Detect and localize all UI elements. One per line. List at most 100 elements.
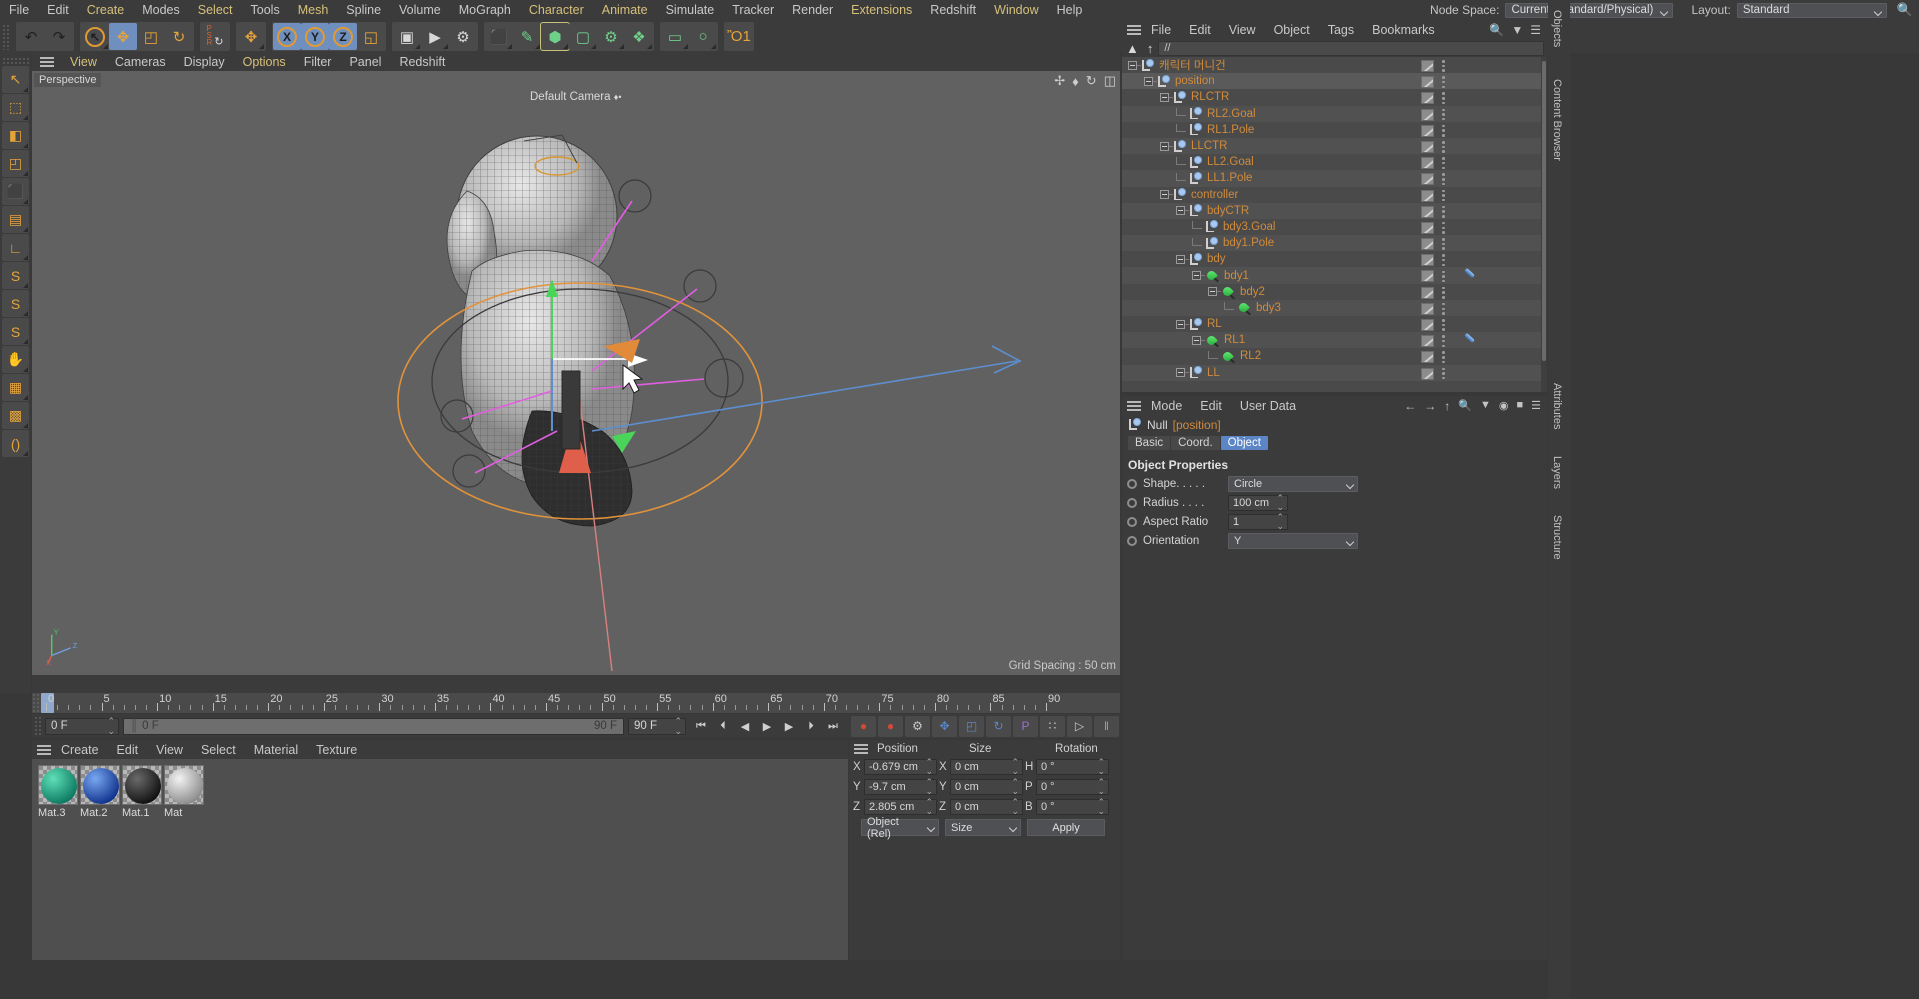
object-tree-row[interactable]: RL2: [1122, 348, 1541, 364]
cube-primitive-button[interactable]: ⬛: [485, 23, 513, 50]
camera-button[interactable]: ▭: [661, 23, 689, 50]
home-icon[interactable]: ▲: [1126, 41, 1139, 56]
rotate-tool[interactable]: ↻: [165, 23, 193, 50]
size-y-field[interactable]: 0 cm: [950, 777, 1023, 797]
apply-button[interactable]: Apply: [1027, 819, 1105, 836]
display-toggle-tag[interactable]: [1421, 157, 1434, 170]
go-to-start-button[interactable]: ⏮: [690, 716, 712, 736]
attribute-menu-icon[interactable]: [1126, 400, 1142, 412]
object-tree-row[interactable]: LLCTR: [1122, 137, 1541, 155]
material-thumbnail[interactable]: [80, 765, 120, 805]
property-animate-toggle[interactable]: [1127, 479, 1137, 489]
object-tree-row[interactable]: bdy2: [1122, 284, 1541, 300]
polygon-mode-tool[interactable]: ◰: [2, 150, 29, 177]
snap-s1-tool[interactable]: S: [2, 262, 29, 289]
menu-tools[interactable]: Tools: [242, 0, 289, 20]
end-frame-field[interactable]: 90 F: [628, 716, 686, 737]
render-view-button[interactable]: ▣: [393, 23, 421, 50]
rotation-h-field[interactable]: 0 °: [1036, 757, 1109, 777]
visibility-dots[interactable]: [1438, 237, 1449, 251]
lock-x-axis[interactable]: X: [273, 23, 301, 50]
go-to-end-button[interactable]: ⏭: [822, 716, 844, 736]
environment-button[interactable]: ❖: [625, 23, 653, 50]
menu-mesh[interactable]: Mesh: [289, 0, 338, 20]
visibility-dots[interactable]: [1438, 318, 1449, 332]
keyframe-selection-button[interactable]: ⚙: [905, 715, 930, 737]
display-toggle-tag[interactable]: [1421, 335, 1434, 348]
display-toggle-tag[interactable]: [1421, 286, 1434, 299]
move-tool[interactable]: ✥: [109, 23, 137, 50]
tree-expander[interactable]: [1128, 60, 1137, 70]
lock-icon[interactable]: ■: [1516, 399, 1523, 413]
display-toggle-tag[interactable]: [1421, 140, 1434, 153]
filter-icon[interactable]: ▼: [1511, 23, 1523, 37]
display-toggle-tag[interactable]: [1421, 367, 1434, 380]
material-menu-create[interactable]: Create: [52, 740, 108, 760]
object-menu-icon[interactable]: [1126, 24, 1142, 36]
object-tree-row[interactable]: LL1.Pole: [1122, 170, 1541, 187]
rotation-b-field[interactable]: 0 °: [1036, 797, 1109, 817]
display-toggle-tag[interactable]: [1421, 92, 1434, 105]
workplane-tool[interactable]: ✋: [2, 346, 29, 373]
scene-3d-render[interactable]: [32, 71, 1120, 675]
vertical-tab-layers[interactable]: Layers: [1548, 450, 1566, 495]
timeline-settings-button[interactable]: ‖: [1094, 715, 1119, 737]
menu-window[interactable]: Window: [985, 0, 1047, 20]
object-tree-row[interactable]: bdy1: [1122, 267, 1541, 284]
tree-expander[interactable]: [1176, 368, 1185, 378]
undo-button[interactable]: ↶: [17, 23, 45, 50]
visibility-dots[interactable]: [1438, 189, 1449, 203]
object-tree-row[interactable]: controller: [1122, 187, 1541, 203]
display-toggle-tag[interactable]: [1421, 189, 1434, 202]
step-forward-button[interactable]: ▶: [778, 716, 800, 736]
filter-icon[interactable]: ▼: [1480, 399, 1491, 413]
visibility-dots[interactable]: [1438, 205, 1449, 219]
menu-redshift[interactable]: Redshift: [921, 0, 985, 20]
material-menu-texture[interactable]: Texture: [307, 740, 366, 760]
object-tree-scrollbar[interactable]: [1541, 57, 1547, 392]
visibility-dots[interactable]: [1438, 75, 1449, 89]
lock-y-axis[interactable]: Y: [301, 23, 329, 50]
deformer-button[interactable]: ⚙: [597, 23, 625, 50]
viewport-menu-redshift[interactable]: Redshift: [390, 52, 454, 72]
toolbar-grip[interactable]: [2, 23, 11, 50]
weight-tag-icon[interactable]: [1462, 334, 1478, 347]
display-toggle-tag[interactable]: [1421, 60, 1434, 72]
material-menu-edit[interactable]: Edit: [108, 740, 148, 760]
search-icon[interactable]: 🔍: [1458, 399, 1472, 413]
object-menu-tags[interactable]: Tags: [1319, 20, 1363, 40]
texture-mode-tool[interactable]: ▤: [2, 206, 29, 233]
autokeying-button[interactable]: ●: [878, 715, 903, 737]
model-mode-tool[interactable]: ⬛: [2, 178, 29, 205]
display-toggle-tag[interactable]: [1421, 221, 1434, 234]
visibility-dots[interactable]: [1438, 334, 1449, 348]
coordinate-mode-select[interactable]: Object (Rel): [861, 816, 939, 840]
property-input[interactable]: 1: [1228, 512, 1288, 532]
display-toggle-tag[interactable]: [1421, 302, 1434, 315]
property-animate-toggle[interactable]: [1127, 498, 1137, 508]
object-menu-view[interactable]: View: [1220, 20, 1265, 40]
play-button[interactable]: ▶: [756, 716, 778, 736]
display-toggle-tag[interactable]: [1421, 254, 1434, 267]
menu-animate[interactable]: Animate: [593, 0, 657, 20]
step-back-button[interactable]: ◀: [734, 716, 756, 736]
timeline-grip[interactable]: [32, 693, 40, 713]
display-toggle-tag[interactable]: [1421, 238, 1434, 251]
material-swatch[interactable]: Mat.2: [80, 765, 120, 960]
attribute-tab-basic[interactable]: Basic: [1128, 436, 1171, 450]
visibility-dots[interactable]: [1438, 302, 1449, 316]
select-tool[interactable]: ↖: [81, 23, 109, 50]
visibility-dots[interactable]: [1438, 253, 1449, 267]
point-level-animation-button[interactable]: ∷: [1040, 715, 1065, 737]
parameter-key-button[interactable]: P: [1013, 715, 1038, 737]
search-icon[interactable]: 🔍: [1489, 23, 1504, 37]
material-swatch[interactable]: Mat.3: [38, 765, 78, 960]
material-thumbnail[interactable]: [122, 765, 162, 805]
toggle-animation-mode-button[interactable]: ▷: [1067, 715, 1092, 737]
object-tree-row[interactable]: RL: [1122, 316, 1541, 332]
property-select[interactable]: Y: [1228, 533, 1358, 549]
menu-icon[interactable]: ☰: [1531, 399, 1541, 413]
viewport-menu-view[interactable]: View: [61, 52, 106, 72]
lock-z-axis[interactable]: Z: [329, 23, 357, 50]
material-swatch-list[interactable]: Mat.3 Mat.2 Mat.1 Mat: [32, 759, 848, 960]
